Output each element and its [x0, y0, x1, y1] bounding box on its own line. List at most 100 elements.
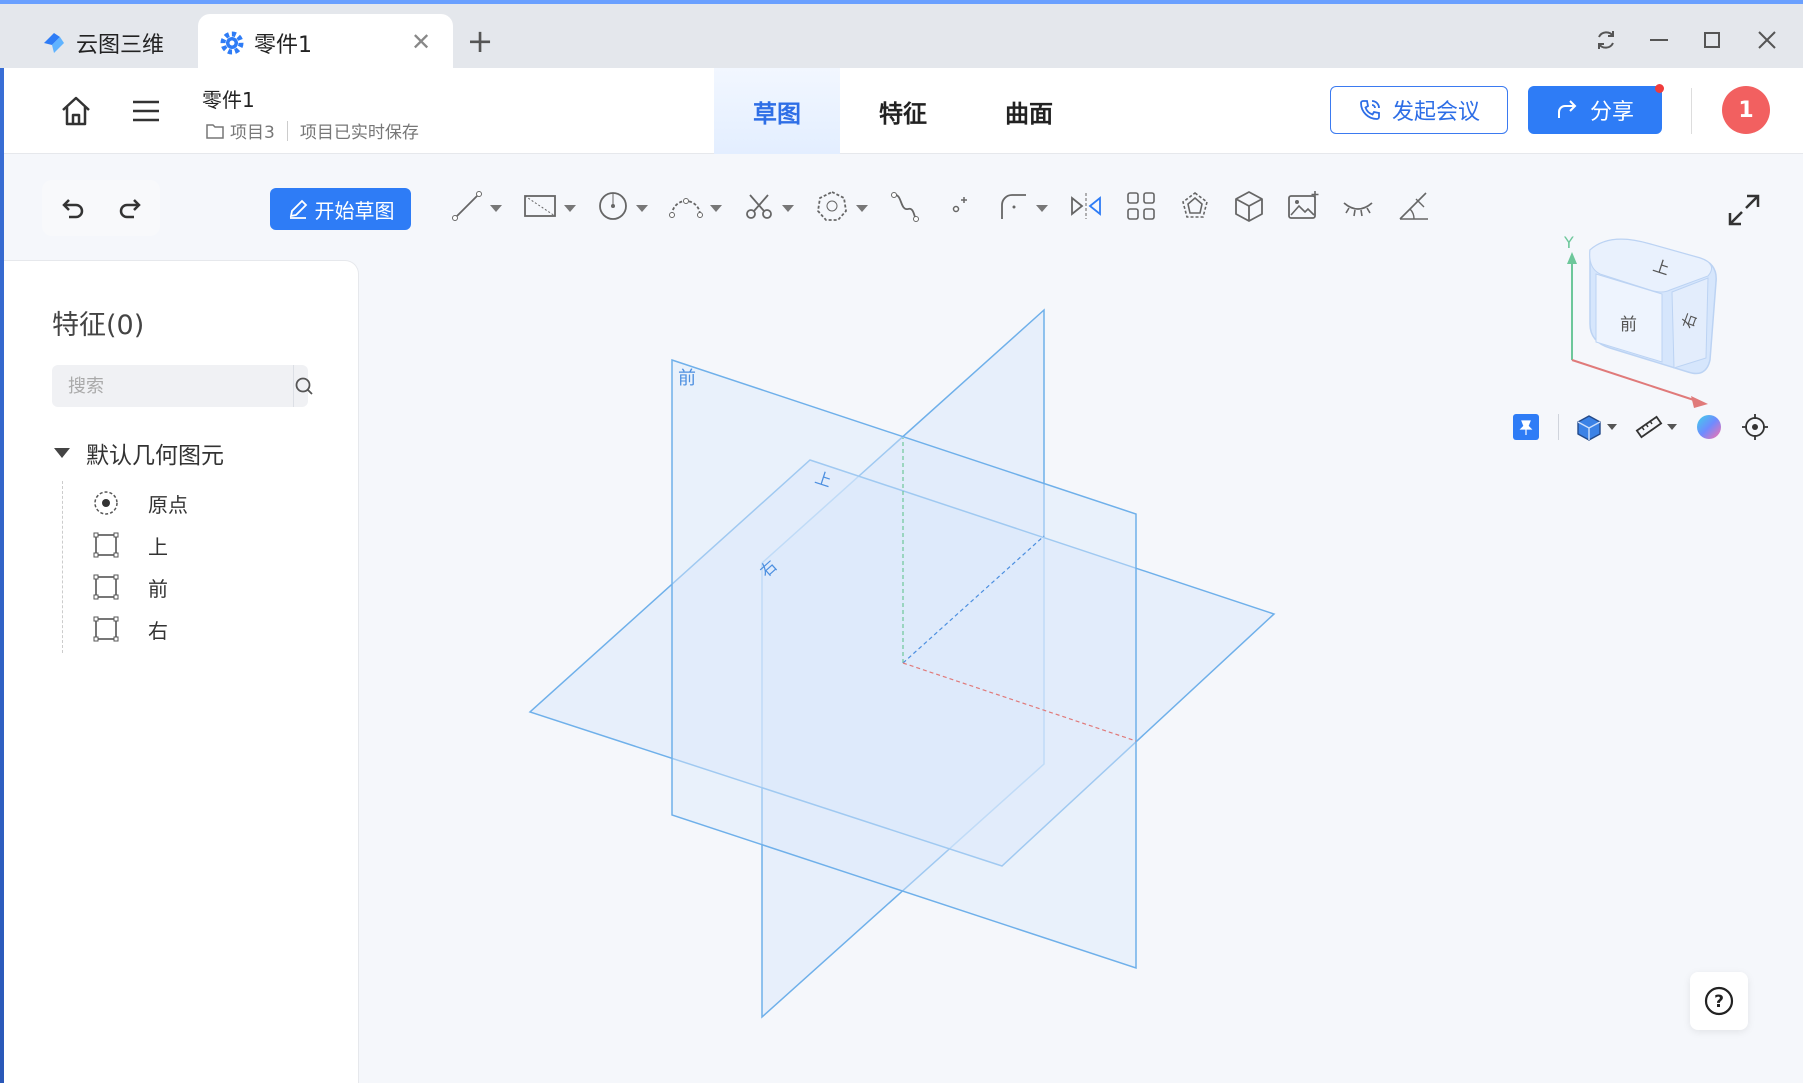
header-divider [1691, 88, 1692, 134]
phone-icon [1358, 98, 1382, 122]
tree-item-top-plane[interactable]: 上 [92, 529, 168, 561]
search-box [52, 365, 313, 407]
document-title[interactable]: 零件1 [202, 84, 255, 113]
spline-tool[interactable] [888, 185, 922, 231]
pin-icon [1513, 414, 1539, 440]
circle-tool[interactable] [596, 185, 648, 231]
chevron-down-icon[interactable] [856, 204, 868, 212]
yuntu-logo-icon [40, 29, 68, 57]
pattern-tool[interactable] [1124, 185, 1158, 231]
menu-icon[interactable] [126, 91, 166, 131]
start-meeting-button[interactable]: 发起会议 [1330, 86, 1508, 134]
pin-view-button[interactable] [1512, 413, 1540, 441]
maximize-icon[interactable] [1698, 26, 1726, 54]
viewcube-y-label: Y [1563, 233, 1574, 252]
trim-tool[interactable] [742, 185, 794, 231]
fullscreen-icon[interactable] [1726, 192, 1762, 228]
scissors-icon [742, 189, 776, 227]
spline-icon [888, 189, 922, 227]
line-tool[interactable] [450, 185, 502, 231]
chevron-down-icon[interactable] [710, 204, 722, 212]
measure-button[interactable] [1635, 413, 1677, 441]
display-mode-button[interactable] [1575, 413, 1617, 441]
rectangle-icon [522, 189, 558, 227]
view-tools-divider [1558, 414, 1559, 440]
hide-tool[interactable] [1340, 185, 1376, 231]
share-button[interactable]: 分享 [1528, 84, 1664, 134]
undo-redo-group [42, 180, 160, 236]
undo-icon[interactable] [57, 193, 87, 223]
fillet-tool[interactable] [996, 185, 1048, 231]
tree-item-front-plane[interactable]: 前 [92, 571, 168, 603]
help-button[interactable]: ? [1690, 972, 1748, 1030]
caret-down-icon[interactable] [54, 448, 70, 458]
dimension-tool[interactable] [1396, 185, 1432, 231]
close-window-icon[interactable] [1753, 26, 1781, 54]
help-icon: ? [1704, 986, 1734, 1016]
tab-home[interactable]: 云图三维 [40, 14, 190, 72]
new-tab-button[interactable]: + [464, 25, 496, 58]
folder-icon [206, 123, 224, 139]
start-sketch-label: 开始草图 [314, 198, 395, 223]
chevron-down-icon[interactable] [636, 204, 648, 212]
insert-image-tool[interactable] [1286, 185, 1320, 231]
chevron-down-icon[interactable] [1607, 424, 1617, 430]
avatar[interactable]: 1 [1722, 86, 1770, 134]
redo-icon[interactable] [116, 193, 146, 223]
close-tab-icon[interactable]: ✕ [409, 30, 433, 54]
polygon-tool[interactable] [814, 185, 868, 231]
mirror-tool[interactable] [1068, 185, 1104, 231]
home-icon[interactable] [56, 91, 96, 131]
sketch-tools [450, 185, 1452, 231]
rectangle-tool[interactable] [522, 185, 576, 231]
ruler-icon [1635, 415, 1663, 439]
offset-tool[interactable] [1178, 185, 1212, 231]
point-tool[interactable] [942, 185, 976, 231]
refresh-icon[interactable] [1592, 26, 1620, 54]
tree-group-default[interactable]: 默认几何图元 [54, 436, 224, 470]
tree-item-label: 前 [148, 576, 168, 601]
appearance-button[interactable] [1695, 413, 1723, 441]
image-icon [1286, 189, 1320, 227]
line-icon [450, 189, 484, 227]
offset-icon [1178, 189, 1212, 227]
search-icon[interactable] [294, 376, 314, 396]
tab-part[interactable]: 零件1 ✕ [198, 14, 453, 72]
share-icon [1556, 98, 1580, 122]
color-sphere-icon [1697, 415, 1721, 439]
search-input[interactable] [52, 365, 294, 407]
chevron-down-icon[interactable] [564, 204, 576, 212]
chevron-down-icon[interactable] [1667, 424, 1677, 430]
minimize-icon[interactable] [1645, 26, 1673, 54]
cube-icon [1232, 189, 1266, 227]
cube-tool[interactable] [1232, 185, 1266, 231]
mode-tabs: 草图 特征 曲面 [714, 68, 1092, 154]
project-name[interactable]: 项目3 [230, 118, 275, 143]
tree-guide-line [62, 481, 63, 653]
circle-icon [596, 189, 630, 227]
share-label: 分享 [1589, 100, 1634, 125]
locate-button[interactable] [1741, 413, 1769, 441]
start-sketch-button[interactable]: 开始草图 [270, 188, 411, 230]
arc-tool[interactable] [668, 185, 722, 231]
grid-icon [1124, 189, 1158, 227]
plane-icon [92, 531, 120, 559]
front-plane[interactable] [671, 358, 1137, 970]
chevron-down-icon[interactable] [782, 204, 794, 212]
shaded-cube-icon [1577, 415, 1601, 441]
tree-item-label: 原点 [148, 492, 188, 517]
gear-icon [218, 29, 246, 57]
tab-sketch[interactable]: 草图 [714, 68, 840, 154]
view-tools [1512, 410, 1787, 444]
3d-viewport[interactable]: 前 上 右 [360, 260, 1360, 1060]
tab-surface[interactable]: 曲面 [966, 68, 1092, 154]
document-meta: 项目3 项目已实时保存 [206, 118, 419, 143]
tree-item-right-plane[interactable]: 右 [92, 613, 168, 645]
tab-feature[interactable]: 特征 [840, 68, 966, 154]
notification-dot [1655, 84, 1664, 93]
view-cube[interactable]: Y 上 前 右 [1550, 230, 1740, 410]
tree-item-origin[interactable]: 原点 [92, 487, 188, 519]
chevron-down-icon[interactable] [1036, 204, 1048, 212]
chevron-down-icon[interactable] [490, 204, 502, 212]
point-icon [942, 189, 976, 227]
